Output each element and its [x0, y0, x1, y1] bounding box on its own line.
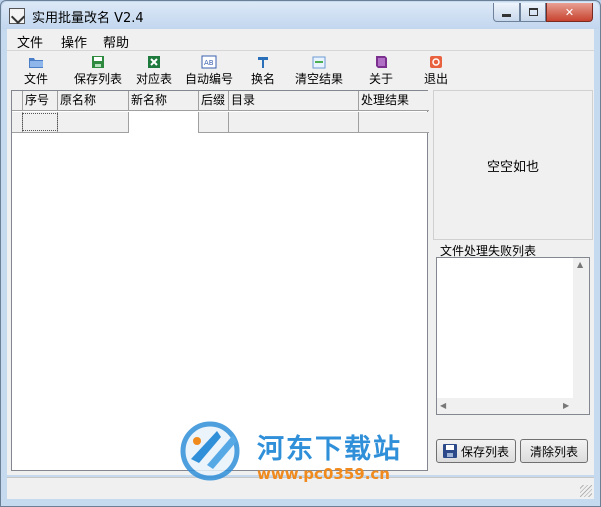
grid-header: 序号 原名称 新名称 后缀 目录 处理结果 — [12, 91, 429, 111]
col-header-suffix[interactable]: 后缀 — [199, 91, 229, 111]
save-list-label: 保存列表 — [460, 444, 509, 459]
tool-file-button[interactable]: 文件 — [21, 51, 51, 89]
scroll-left-icon[interactable]: ◀ — [440, 401, 446, 410]
excel-icon — [148, 56, 160, 68]
save-icon — [92, 56, 104, 68]
grid-corner — [12, 91, 23, 111]
minimize-button[interactable] — [493, 3, 520, 22]
horizontal-scrollbar[interactable]: ◀ ▶ — [437, 398, 575, 414]
menu-file[interactable]: 文件 — [17, 32, 43, 51]
tool-save-list-button[interactable]: 保存列表 — [71, 51, 125, 89]
clear-list-label: 清除列表 — [529, 444, 578, 459]
numbering-icon: AB — [201, 55, 217, 69]
toolbar: 文件 保存列表 对应表 AB 自动编号 换名 清空结果 关于 退出 — [7, 51, 594, 89]
vertical-scrollbar[interactable]: ▲ ▼ — [573, 258, 589, 414]
tool-clear-results-label: 清空结果 — [294, 72, 343, 86]
tool-clear-results-button[interactable]: 清空结果 — [291, 51, 347, 89]
app-window: 实用批量改名 V2.4 ✕ 文件 操作 帮助 文件 保存列表 对应表 AB 自动… — [0, 0, 601, 507]
col-header-result[interactable]: 处理结果 — [359, 91, 429, 111]
tool-mapping-button[interactable]: 对应表 — [133, 51, 175, 89]
watermark-url: www.pc0359.cn — [257, 465, 390, 483]
tool-about-button[interactable]: 关于 — [367, 51, 395, 89]
tool-save-list-label: 保存列表 — [73, 72, 122, 86]
cell-focus — [22, 113, 58, 131]
resize-grip-icon[interactable] — [580, 485, 592, 497]
maximize-icon — [528, 8, 538, 16]
clear-list-button[interactable]: 清除列表 — [520, 439, 588, 463]
main-area: 序号 原名称 新名称 后缀 目录 处理结果 空空如也 文件处理失败列表 ▲ ◀ … — [7, 89, 594, 475]
clear-icon — [312, 56, 326, 69]
app-icon — [9, 8, 25, 24]
cell-suffix[interactable] — [199, 112, 229, 133]
tool-exit-label: 退出 — [423, 72, 448, 86]
minimize-icon — [502, 13, 511, 17]
folder-icon — [29, 58, 43, 68]
scroll-corner — [573, 398, 589, 414]
col-header-original-name[interactable]: 原名称 — [58, 91, 129, 111]
tool-exit-button[interactable]: 退出 — [421, 51, 451, 89]
maximize-button[interactable] — [520, 3, 546, 22]
col-header-new-name[interactable]: 新名称 — [129, 91, 199, 111]
svg-text:AB: AB — [204, 59, 214, 67]
title-bar[interactable]: 实用批量改名 V2.4 ✕ — [2, 2, 599, 29]
close-icon: ✕ — [564, 5, 575, 19]
cell-result[interactable] — [359, 112, 429, 133]
col-header-index[interactable]: 序号 — [23, 91, 58, 111]
status-panel: 空空如也 — [433, 90, 593, 240]
tool-auto-number-label: 自动编号 — [184, 72, 233, 86]
tool-mapping-label: 对应表 — [135, 72, 172, 86]
tool-about-label: 关于 — [368, 72, 393, 86]
tool-rename-button[interactable]: 换名 — [249, 51, 277, 89]
file-grid[interactable]: 序号 原名称 新名称 后缀 目录 处理结果 — [11, 90, 429, 471]
window-title: 实用批量改名 V2.4 — [32, 11, 144, 26]
close-button[interactable]: ✕ — [546, 3, 593, 22]
tool-rename-label: 换名 — [250, 72, 275, 86]
menu-operate[interactable]: 操作 — [61, 32, 87, 51]
table-row[interactable] — [12, 112, 429, 133]
rename-icon — [258, 57, 268, 68]
exit-icon — [430, 56, 442, 68]
col-header-directory[interactable]: 目录 — [229, 91, 359, 111]
menu-bar: 文件 操作 帮助 — [7, 29, 594, 51]
book-icon — [376, 56, 387, 68]
save-list-button[interactable]: 保存列表 — [436, 439, 516, 463]
tool-file-label: 文件 — [23, 72, 48, 86]
cell-new-name[interactable] — [129, 112, 199, 133]
cell-directory[interactable] — [229, 112, 359, 133]
status-text: 空空如也 — [486, 159, 539, 175]
scroll-right-icon[interactable]: ▶ — [563, 401, 569, 410]
cell-original-name[interactable] — [58, 112, 129, 133]
floppy-icon — [442, 444, 457, 458]
watermark-logo-icon — [180, 421, 240, 481]
tool-auto-number-button[interactable]: AB 自动编号 — [183, 51, 235, 89]
watermark-title: 河东下载站 — [257, 434, 402, 465]
menu-help[interactable]: 帮助 — [103, 32, 129, 51]
watermark: 河东下载站 www.pc0359.cn — [177, 419, 437, 485]
failure-list[interactable]: ▲ ▼ ◀ ▶ — [436, 257, 590, 415]
scroll-up-icon[interactable]: ▲ — [577, 260, 583, 269]
